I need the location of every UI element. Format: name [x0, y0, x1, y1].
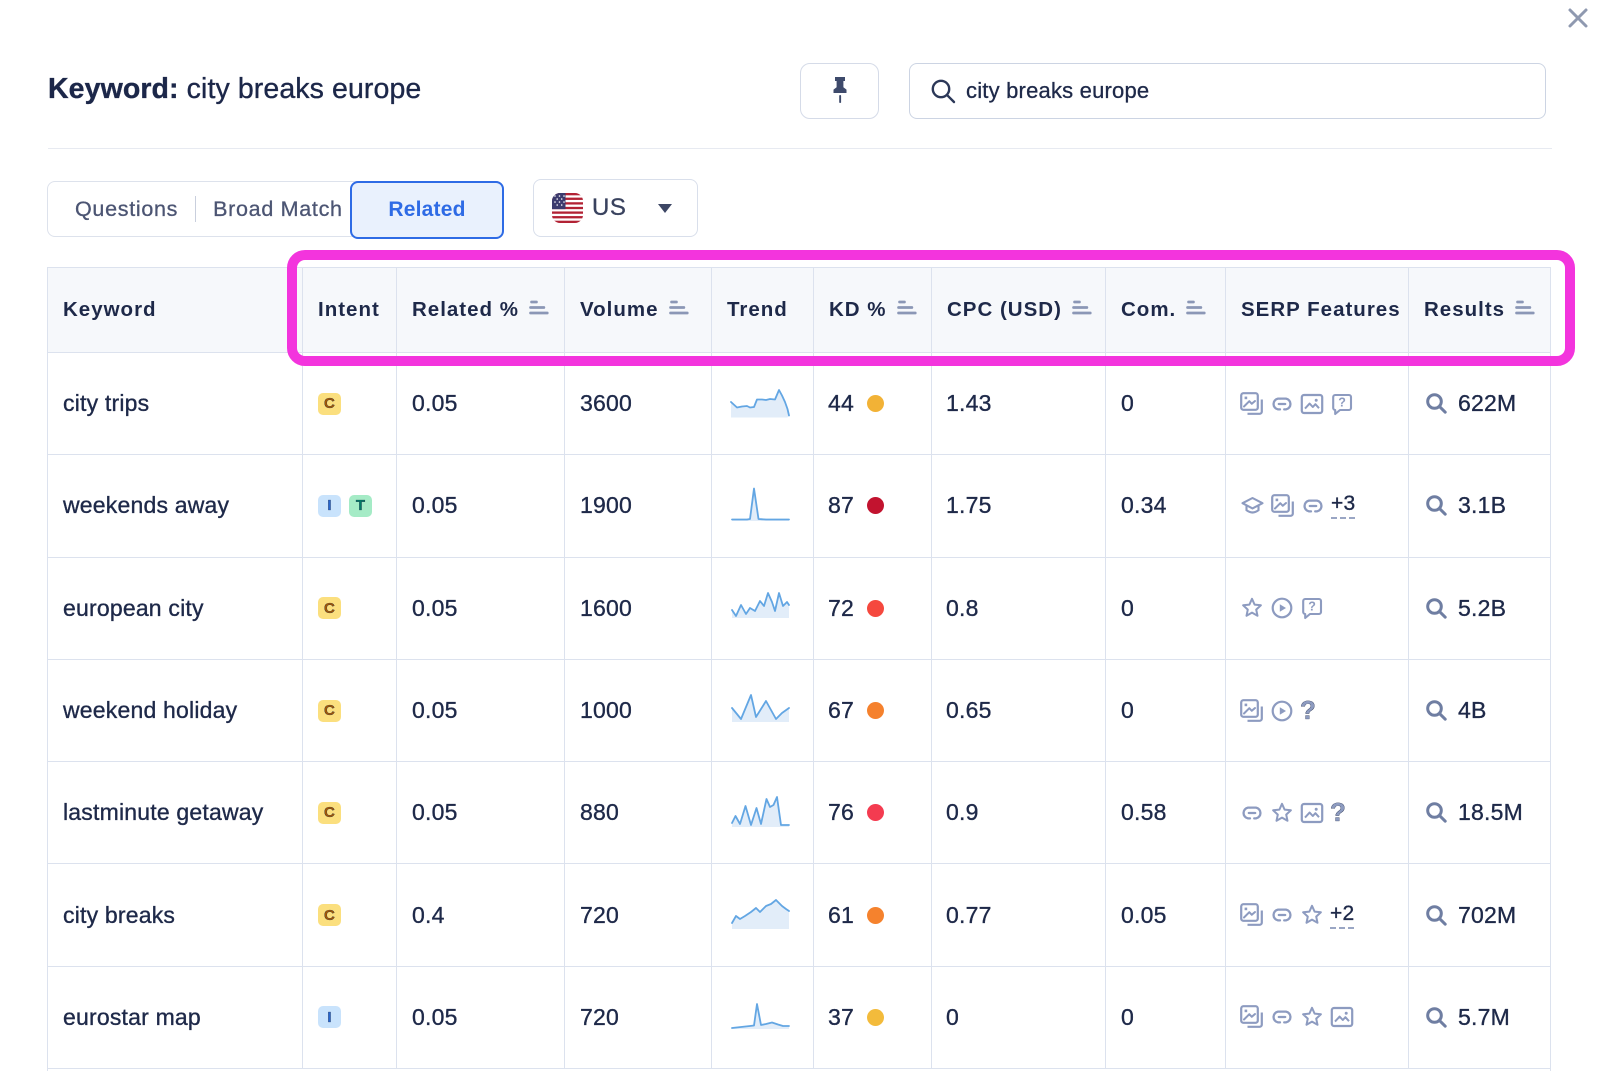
svg-text:?: ? [1338, 395, 1346, 409]
svg-text:?: ? [1308, 600, 1316, 614]
